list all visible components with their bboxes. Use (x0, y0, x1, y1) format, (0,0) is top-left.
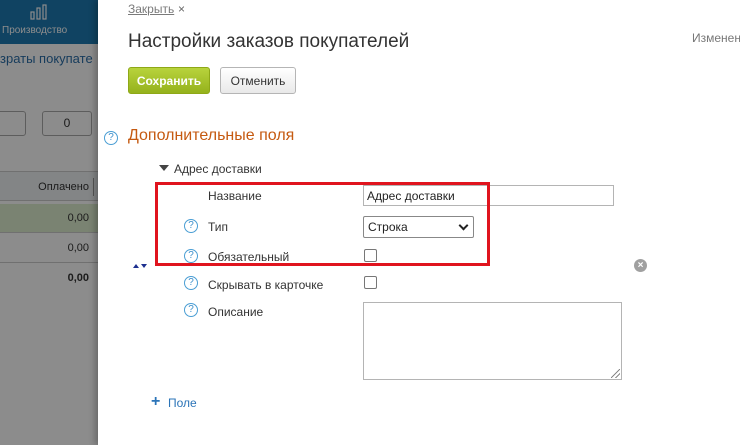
collapse-triangle-icon[interactable] (159, 165, 169, 171)
description-label: Описание (208, 305, 264, 319)
add-field-link[interactable]: Поле (168, 396, 197, 410)
modal-overlay[interactable] (0, 0, 98, 445)
close-link[interactable]: Закрыть (128, 2, 174, 16)
help-icon[interactable]: ? (104, 131, 118, 145)
sort-arrows-icon[interactable] (132, 262, 148, 270)
required-checkbox[interactable] (364, 249, 377, 262)
name-input[interactable] (363, 185, 614, 206)
required-label: Обязательный (208, 250, 290, 264)
save-button[interactable]: Сохранить (128, 67, 210, 94)
required-help-icon[interactable]: ? (184, 249, 198, 263)
hide-in-card-label: Скрывать в карточке (208, 278, 324, 292)
chevron-down-icon (458, 220, 469, 231)
settings-panel: Закрыть × Настройки заказов покупателей … (98, 0, 740, 445)
cancel-button[interactable]: Отменить (220, 67, 296, 94)
type-help-icon[interactable]: ? (184, 219, 198, 233)
type-select[interactable]: Строка (363, 216, 474, 238)
hide-in-card-help-icon[interactable]: ? (184, 276, 198, 290)
close-icon[interactable]: × (178, 2, 185, 16)
remove-field-icon[interactable]: × (634, 259, 647, 272)
page-title: Настройки заказов покупателей (128, 31, 410, 52)
hide-in-card-checkbox[interactable] (364, 276, 377, 289)
field-group-title[interactable]: Адрес доставки (174, 162, 262, 176)
name-label: Название (208, 189, 262, 203)
description-help-icon[interactable]: ? (184, 303, 198, 317)
resize-grip-icon[interactable] (611, 369, 620, 378)
background-app: Производство зраты покупате 0 Оплачено 0… (0, 0, 98, 445)
section-title: Дополнительные поля (128, 127, 295, 144)
description-textarea[interactable] (363, 302, 622, 380)
type-select-value: Строка (368, 220, 408, 234)
changed-status: Изменен (692, 31, 740, 45)
type-label: Тип (208, 220, 229, 234)
plus-icon[interactable]: + (151, 394, 160, 410)
